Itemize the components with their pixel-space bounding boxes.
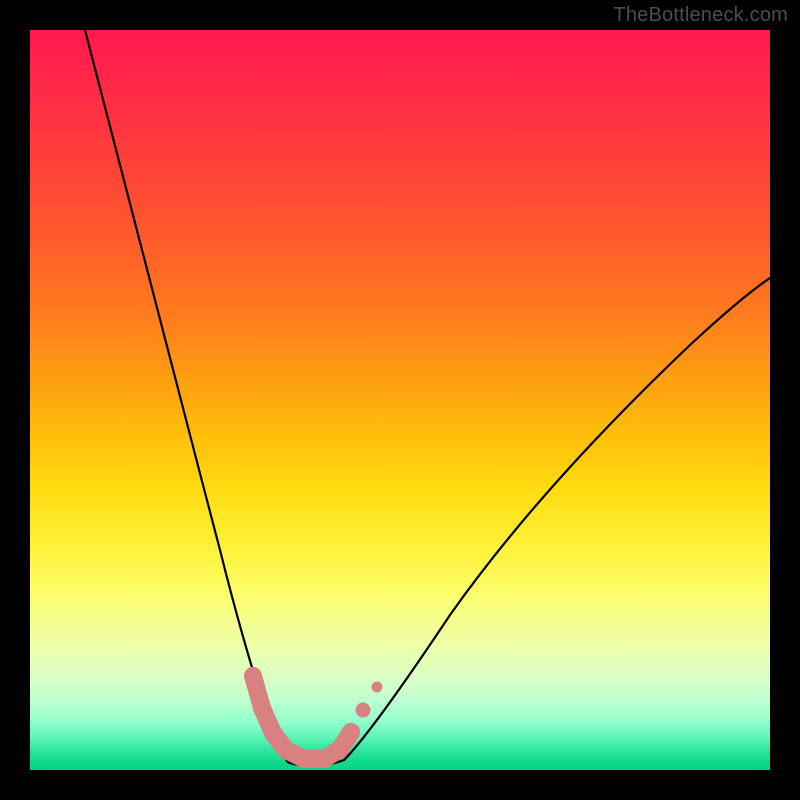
watermark-text: TheBottleneck.com	[613, 4, 788, 27]
sausage-joint	[277, 741, 295, 759]
sausage-joint	[315, 750, 333, 768]
sausage-joint	[342, 723, 360, 741]
sausage-joint	[295, 750, 313, 768]
curve-valley-floor	[288, 760, 344, 766]
sausage-joint	[264, 724, 282, 742]
plot-area	[30, 30, 770, 770]
marker-dot	[356, 703, 371, 718]
curve-layer	[30, 30, 770, 770]
sausage-joint	[331, 740, 349, 758]
highlight-sausage	[253, 676, 351, 759]
marker-dot	[372, 682, 383, 693]
curve-right-branch	[344, 278, 770, 760]
sausage-joint	[244, 667, 262, 685]
curve-left-branch	[85, 30, 288, 762]
sausage-joint	[253, 699, 271, 717]
chart-stage: TheBottleneck.com	[0, 0, 800, 800]
